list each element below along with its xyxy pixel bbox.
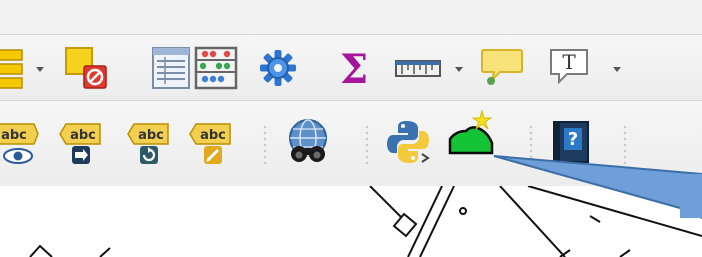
toolbar-separator[interactable] xyxy=(364,124,370,164)
globe-binoculars-icon xyxy=(289,119,327,162)
change-label-button[interactable]: abc xyxy=(186,120,234,168)
python-console-button[interactable] xyxy=(384,118,432,166)
attribute-table-button[interactable] xyxy=(147,44,195,92)
speech-bubble-icon xyxy=(481,49,523,85)
window-titlebar xyxy=(0,0,702,34)
svg-text:?: ? xyxy=(568,129,578,150)
map-tips-button[interactable] xyxy=(478,44,526,92)
stacked-layers-icon xyxy=(0,49,23,89)
measure-button[interactable] xyxy=(394,44,442,92)
help-book-icon: ? xyxy=(553,121,589,163)
toolbar-separator[interactable] xyxy=(528,124,534,164)
toolbar-separator[interactable] xyxy=(622,124,628,164)
labels-toolbar: abc abc abc abc ? xyxy=(0,100,702,188)
svg-text:abc: abc xyxy=(1,128,27,143)
text-annotation-button[interactable]: T xyxy=(545,44,593,92)
svg-text:T: T xyxy=(562,50,576,74)
svg-text:abc: abc xyxy=(70,128,96,143)
text-annotation-icon: T xyxy=(550,49,588,85)
map-features xyxy=(29,186,702,257)
svg-text:abc: abc xyxy=(138,128,164,143)
abc-pencil-icon: abc xyxy=(189,123,231,164)
sigma-icon: Σ xyxy=(340,46,368,92)
abc-eye-icon: abc xyxy=(0,123,39,164)
ruler-icon xyxy=(395,60,441,77)
toolbar-separator[interactable] xyxy=(262,124,268,164)
processing-toolbox-button[interactable] xyxy=(254,44,302,92)
field-calculator-button[interactable] xyxy=(192,44,240,92)
primary-toolbar: Σ T xyxy=(0,34,702,102)
table-icon xyxy=(152,47,190,89)
geocoder-search-button[interactable] xyxy=(284,118,332,166)
label-toolbar-button[interactable]: abc xyxy=(0,120,42,168)
layer-order-button[interactable] xyxy=(0,44,30,92)
svg-text:abc: abc xyxy=(200,128,226,143)
chevron-down-icon[interactable] xyxy=(35,64,45,74)
abacus-icon xyxy=(194,46,238,90)
pin-labels-button[interactable]: abc xyxy=(56,120,104,168)
qgis-window: Σ T abc abc abc abc ? xyxy=(0,0,702,257)
statistics-button[interactable]: Σ xyxy=(330,44,378,92)
plugin-button[interactable] xyxy=(446,109,494,157)
svg-text:Σ: Σ xyxy=(340,46,368,92)
green-shape-star-icon xyxy=(448,109,494,155)
gear-icon xyxy=(260,50,296,86)
chevron-down-icon[interactable] xyxy=(612,64,622,74)
deselect-features-button[interactable] xyxy=(62,44,110,92)
map-canvas[interactable] xyxy=(0,186,702,257)
rotate-label-button[interactable]: abc xyxy=(124,120,172,168)
abc-rotate-icon: abc xyxy=(127,123,169,164)
help-button[interactable]: ? xyxy=(548,118,596,166)
deselect-icon xyxy=(65,47,107,89)
chevron-down-icon[interactable] xyxy=(454,64,464,74)
abc-arrow-icon: abc xyxy=(59,123,101,164)
python-icon xyxy=(387,121,430,163)
